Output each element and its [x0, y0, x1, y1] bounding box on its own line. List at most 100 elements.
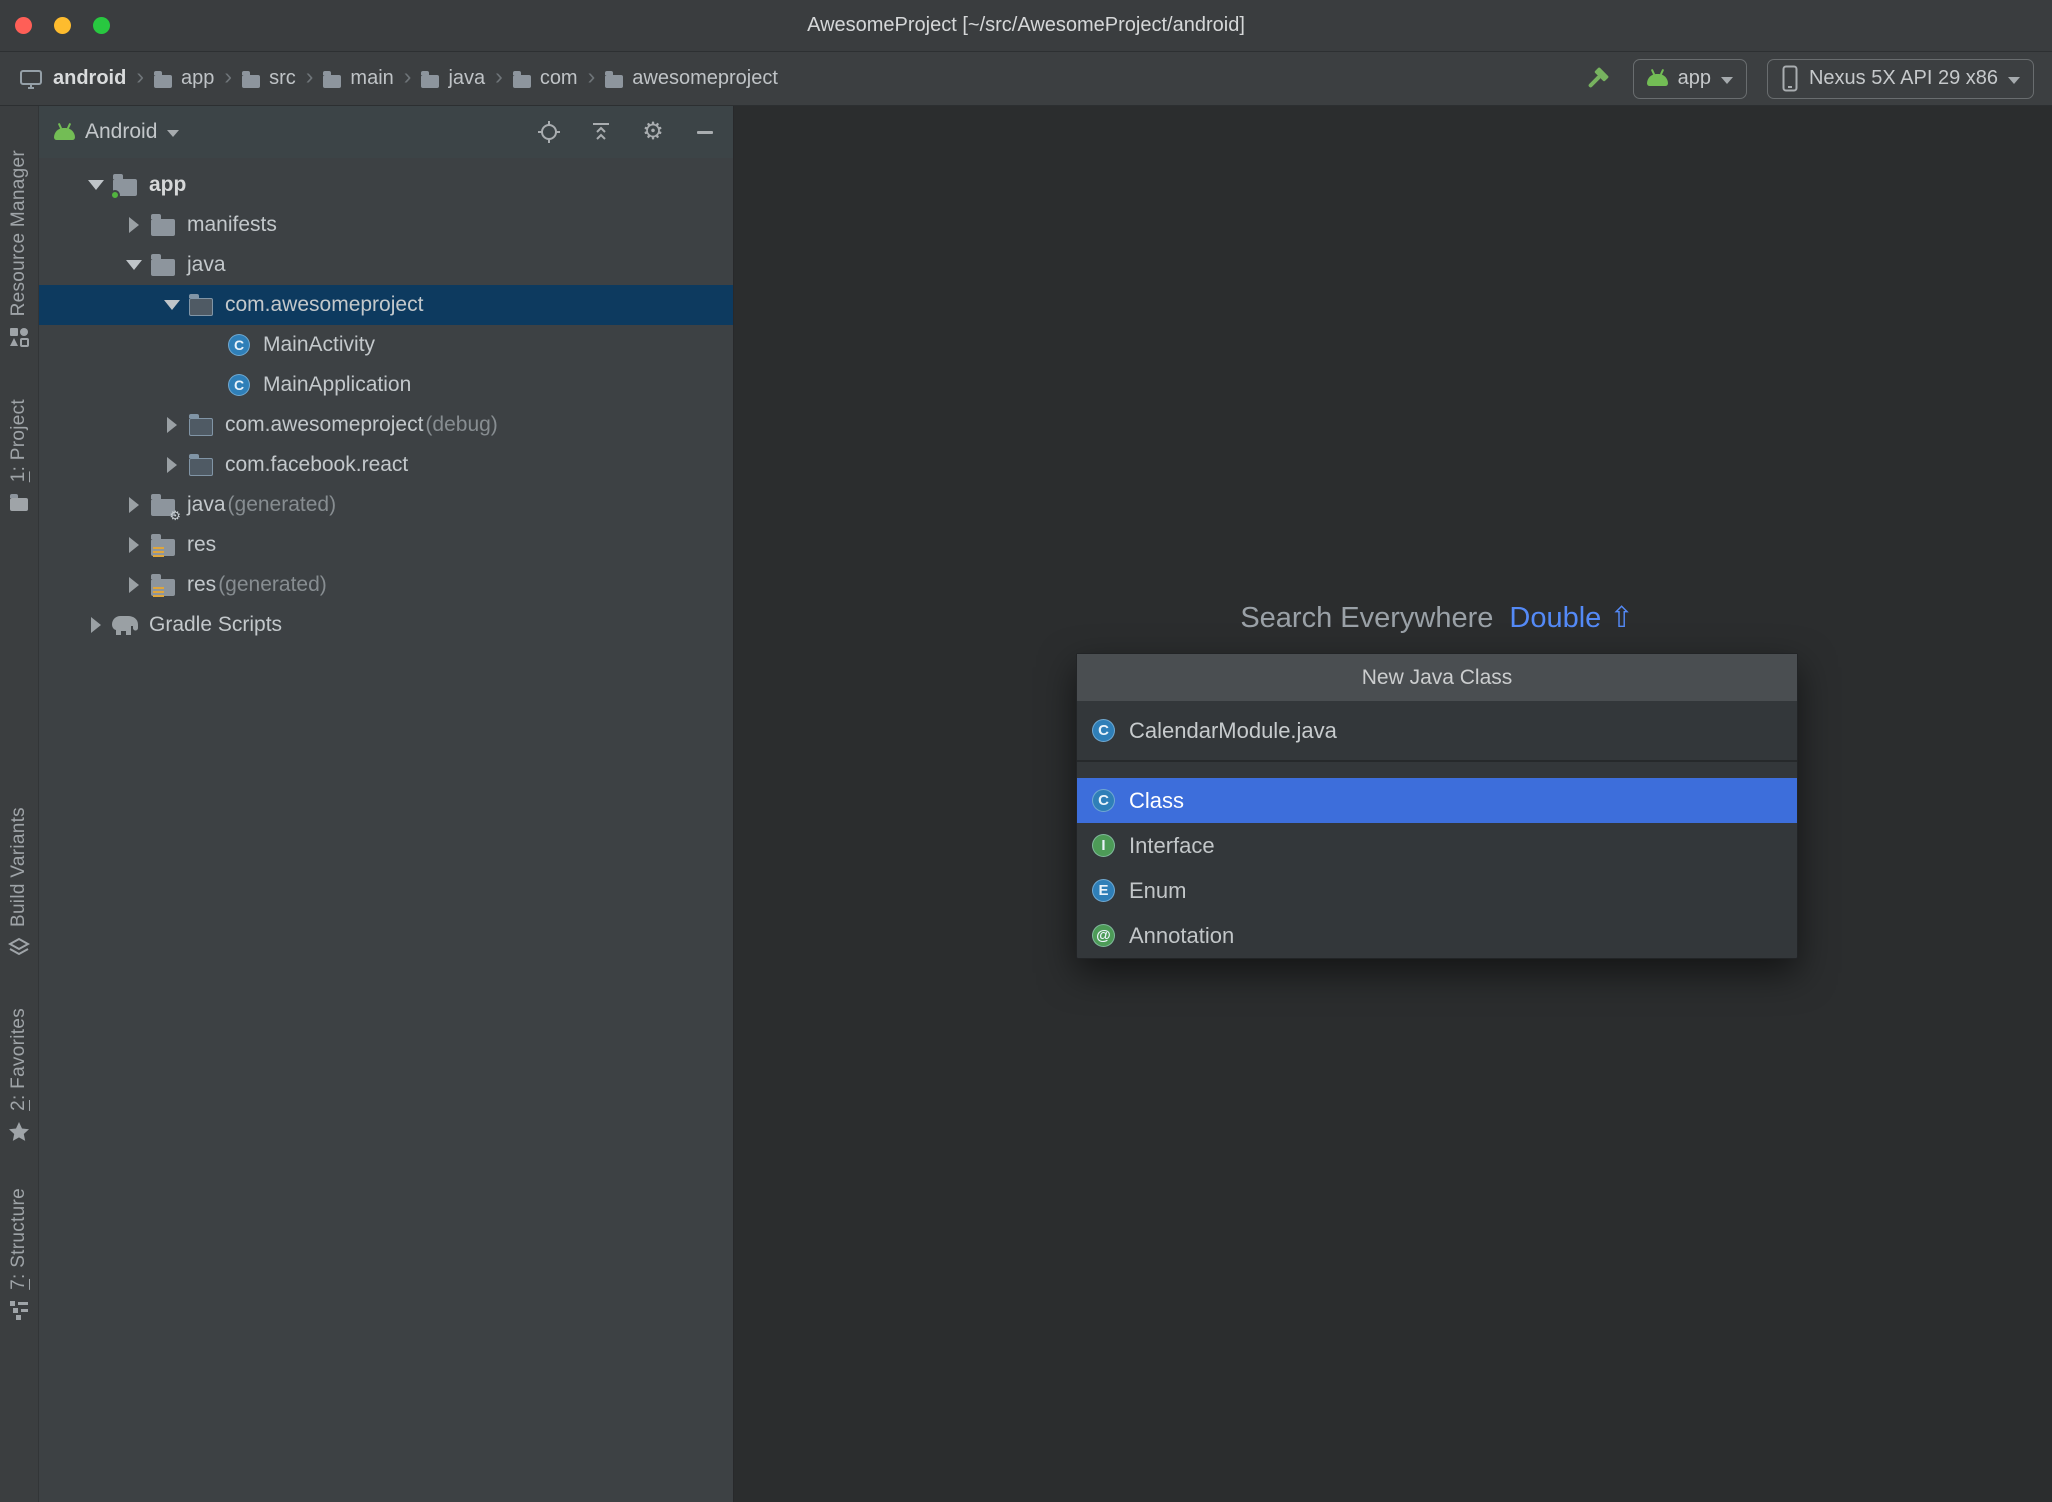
hide-tool-window-button[interactable]	[692, 119, 718, 145]
project-folder-icon	[10, 493, 28, 511]
project-tool-window-header: Android ⚙	[39, 106, 733, 158]
tree-row-java[interactable]: java	[39, 245, 733, 285]
gear-icon[interactable]: ⚙	[640, 119, 666, 145]
tree-row-com-awesomeproject[interactable]: com.awesomeproject	[39, 285, 733, 325]
breadcrumb: android › app › src › main › java › com …	[18, 65, 1581, 92]
run-configuration-label: app	[1677, 67, 1711, 89]
expand-arrow-icon[interactable]	[121, 260, 147, 270]
tree-row-res-generated[interactable]: res (generated)	[39, 565, 733, 605]
collapse-arrow-icon[interactable]	[121, 217, 147, 233]
project-view-selector[interactable]: Android	[85, 120, 157, 144]
collapse-arrow-icon[interactable]	[121, 497, 147, 513]
editor-area: Search Everywhere Double ⇧ New Java Class…	[734, 106, 2052, 1502]
folder-icon	[512, 70, 531, 88]
breadcrumb-item-main[interactable]: main	[323, 67, 394, 90]
chevron-down-icon	[1720, 76, 1733, 84]
new-java-class-popup: New Java Class C CalendarModule.java C C…	[1076, 653, 1798, 959]
tree-row-com-awesomeproject-debug[interactable]: com.awesomeproject (debug)	[39, 405, 733, 445]
breadcrumb-item-com[interactable]: com	[512, 67, 578, 90]
navigation-bar: android › app › src › main › java › com …	[0, 52, 2052, 106]
breadcrumb-separator: ›	[403, 63, 412, 89]
kind-option-interface[interactable]: I Interface	[1077, 823, 1797, 868]
locate-file-button[interactable]	[536, 119, 562, 145]
class-name-input[interactable]: C CalendarModule.java	[1077, 701, 1797, 760]
ide-window: AwesomeProject [~/src/AwesomeProject/and…	[0, 0, 2052, 1502]
resource-manager-icon	[8, 326, 30, 353]
kind-list: C Class I Interface E Enum @ Annotation	[1077, 762, 1797, 958]
tree-row-com-facebook-react[interactable]: com.facebook.react	[39, 445, 733, 485]
folder-icon	[242, 70, 261, 88]
tool-stripe-project[interactable]: 1: Project	[8, 399, 30, 511]
folder-icon	[421, 70, 440, 88]
project-tool-window: Android ⚙ app manifests java com.awesome…	[39, 106, 734, 1502]
folder-icon	[154, 70, 173, 88]
hint-shortcut: Double ⇧	[1509, 602, 1634, 634]
tool-stripe-build-variants[interactable]: Build Variants	[7, 807, 31, 964]
device-select[interactable]: Nexus 5X API 29 x86	[1766, 58, 2034, 99]
collapse-arrow-icon[interactable]	[121, 577, 147, 593]
breadcrumb-separator: ›	[495, 63, 503, 89]
collapse-arrow-icon[interactable]	[121, 537, 147, 553]
tree-row-mainactivity[interactable]: C MainActivity	[39, 325, 733, 365]
collapse-arrow-icon[interactable]	[159, 417, 185, 433]
folder-icon	[147, 214, 179, 236]
enum-icon: E	[1092, 879, 1115, 902]
resource-folder-icon	[147, 534, 179, 558]
tree-row-res[interactable]: res	[39, 525, 733, 565]
kind-option-enum[interactable]: E Enum	[1077, 868, 1797, 913]
tree-row-manifests[interactable]: manifests	[39, 205, 733, 245]
tool-stripe-structure[interactable]: 7: Structure	[8, 1188, 30, 1327]
folder-icon	[147, 254, 179, 276]
android-icon	[54, 127, 75, 140]
folder-icon	[323, 70, 342, 88]
breadcrumb-item-awesomeproject[interactable]: awesomeproject	[605, 67, 778, 90]
star-icon	[8, 1121, 30, 1148]
class-icon: C	[1092, 719, 1115, 742]
kind-option-annotation[interactable]: @ Annotation	[1077, 913, 1797, 958]
collapse-arrow-icon[interactable]	[83, 617, 109, 633]
device-phone-icon	[1781, 65, 1799, 92]
module-icon	[18, 66, 44, 92]
close-button[interactable]	[15, 17, 32, 34]
folder-icon	[605, 70, 624, 88]
build-variants-icon	[7, 937, 31, 964]
hint-label: Search Everywhere	[1240, 602, 1494, 634]
chevron-down-icon[interactable]	[167, 130, 180, 137]
zoom-button[interactable]	[93, 17, 110, 34]
breadcrumb-item-app[interactable]: app	[154, 67, 214, 90]
breadcrumb-item-android[interactable]: android	[18, 66, 126, 92]
package-icon	[185, 414, 217, 436]
tree-row-app[interactable]: app	[39, 165, 733, 205]
search-everywhere-hint: Search Everywhere Double ⇧	[1076, 600, 1798, 635]
breadcrumb-item-src[interactable]: src	[242, 67, 296, 90]
collapse-arrow-icon[interactable]	[159, 457, 185, 473]
package-icon	[185, 294, 217, 316]
interface-icon: I	[1092, 834, 1115, 857]
expand-arrow-icon[interactable]	[159, 300, 185, 310]
resource-folder-icon	[147, 574, 179, 598]
gradle-elephant-icon	[109, 614, 141, 636]
tool-window-actions: ⚙	[536, 119, 718, 145]
tool-stripe-resource-manager[interactable]: Resource Manager	[8, 150, 30, 353]
minimize-button[interactable]	[54, 17, 71, 34]
build-hammer-button[interactable]	[1581, 63, 1613, 95]
device-label: Nexus 5X API 29 x86	[1808, 67, 1998, 89]
window-title: AwesomeProject [~/src/AwesomeProject/and…	[807, 14, 1245, 36]
class-icon: C	[1092, 789, 1115, 812]
collapse-all-button[interactable]	[588, 119, 614, 145]
traffic-lights	[15, 0, 110, 51]
run-toolbar: app Nexus 5X API 29 x86	[1581, 58, 2034, 99]
tree-row-mainapplication[interactable]: C MainApplication	[39, 365, 733, 405]
breadcrumb-item-java[interactable]: java	[421, 67, 485, 90]
breadcrumb-separator: ›	[136, 63, 145, 89]
tree-row-java-generated[interactable]: java (generated)	[39, 485, 733, 525]
tree-row-gradle-scripts[interactable]: Gradle Scripts	[39, 605, 733, 645]
class-icon: C	[223, 334, 255, 356]
run-configuration-select[interactable]: app	[1632, 58, 1747, 99]
project-tree: app manifests java com.awesomeproject C …	[39, 158, 733, 645]
left-tool-stripe: Resource Manager 1: Project Build Varian…	[0, 106, 39, 1502]
tool-stripe-favorites[interactable]: 2: Favorites	[8, 1008, 30, 1148]
expand-arrow-icon[interactable]	[83, 180, 109, 190]
popup-title: New Java Class	[1077, 654, 1797, 701]
kind-option-class[interactable]: C Class	[1077, 778, 1797, 823]
